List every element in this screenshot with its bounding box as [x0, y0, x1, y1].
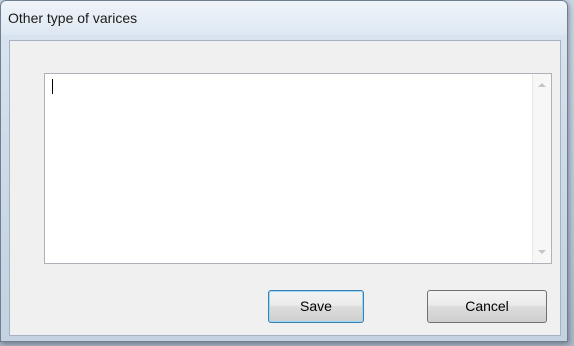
dialog-titlebar[interactable]: Other type of varices [1, 1, 567, 35]
cancel-button[interactable]: Cancel [427, 290, 547, 323]
text-caret [52, 79, 53, 94]
chevron-up-icon[interactable] [538, 83, 546, 87]
dialog-title: Other type of varices [8, 10, 138, 26]
chevron-down-icon[interactable] [538, 250, 546, 254]
save-button[interactable]: Save [268, 290, 364, 323]
vertical-scrollbar[interactable] [532, 74, 551, 263]
dialog-body: Save Cancel [9, 40, 561, 336]
other-varices-text-input[interactable] [45, 74, 532, 263]
text-area-container [44, 73, 552, 264]
dialog-window: Other type of varices Save Cancel [0, 0, 568, 342]
